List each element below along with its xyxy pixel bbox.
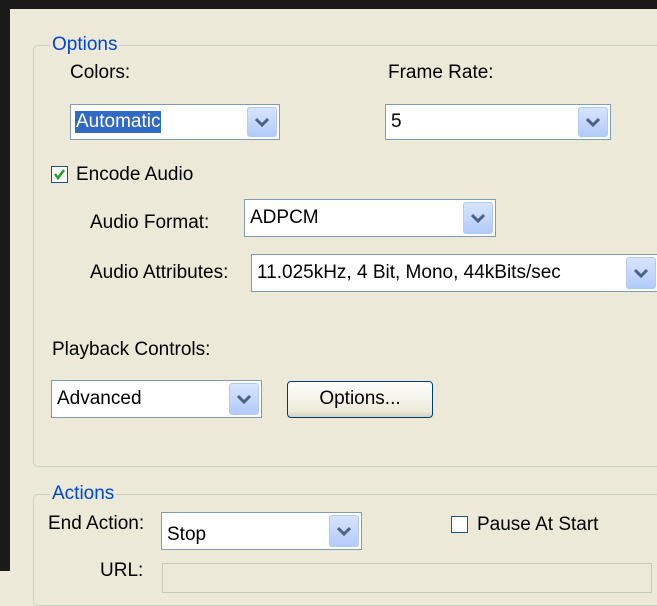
playback-options-button[interactable]: Options... <box>287 381 433 418</box>
colors-select[interactable]: Automatic <box>70 104 280 140</box>
frame-rate-label: Frame Rate: <box>388 62 494 83</box>
chevron-down-icon <box>237 394 251 404</box>
audio-format-label: Audio Format: <box>90 212 210 233</box>
audio-attributes-select[interactable]: 11.025kHz, 4 Bit, Mono, 44kBits/sec <box>251 254 657 292</box>
audio-attributes-dropdown-button[interactable] <box>626 257 656 289</box>
chevron-down-icon <box>586 117 600 127</box>
audio-attributes-select-value: 11.025kHz, 4 Bit, Mono, 44kBits/sec <box>257 262 561 283</box>
url-input[interactable] <box>162 563 652 593</box>
chevron-down-icon <box>471 213 485 223</box>
playback-controls-select[interactable]: Advanced <box>51 380 262 418</box>
colors-label: Colors: <box>70 62 131 83</box>
end-action-select[interactable]: Stop <box>161 512 362 550</box>
playback-options-button-label: Options... <box>319 388 401 409</box>
colors-select-value: Automatic <box>73 110 163 134</box>
playback-controls-label: Playback Controls: <box>52 339 211 360</box>
frame-rate-select-value: 5 <box>391 111 402 132</box>
end-action-dropdown-button[interactable] <box>329 515 359 547</box>
playback-controls-dropdown-button[interactable] <box>229 383 259 415</box>
colors-dropdown-button[interactable] <box>247 107 277 137</box>
url-label: URL: <box>100 560 144 581</box>
audio-format-dropdown-button[interactable] <box>463 202 493 234</box>
window-left-edge <box>0 0 10 571</box>
pause-at-start-checkbox[interactable] <box>451 516 468 533</box>
window-top-edge <box>0 0 657 9</box>
actions-group-legend: Actions <box>50 483 117 504</box>
pause-at-start-label[interactable]: Pause At Start <box>477 514 598 536</box>
checkmark-icon <box>54 169 65 181</box>
chevron-down-icon <box>337 526 351 536</box>
encode-audio-label[interactable]: Encode Audio <box>76 164 193 186</box>
frame-rate-dropdown-button[interactable] <box>578 107 608 137</box>
end-action-select-value: Stop <box>167 523 207 545</box>
audio-format-select-value: ADPCM <box>250 207 319 228</box>
frame-rate-select[interactable]: 5 <box>385 104 611 140</box>
options-group-legend: Options <box>50 34 120 55</box>
encode-audio-checkbox[interactable] <box>51 166 68 183</box>
audio-attributes-label: Audio Attributes: <box>90 262 229 283</box>
end-action-label: End Action: <box>48 513 145 534</box>
audio-format-select[interactable]: ADPCM <box>244 199 496 237</box>
chevron-down-icon <box>634 268 648 278</box>
chevron-down-icon <box>255 117 269 127</box>
playback-controls-select-value: Advanced <box>57 388 142 409</box>
